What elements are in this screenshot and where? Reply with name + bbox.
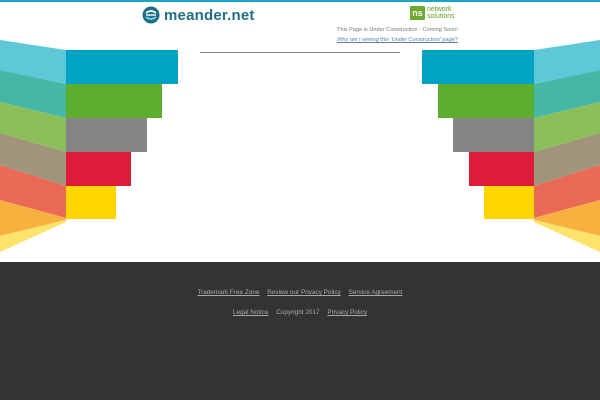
footer-links-row: Trademark Free Zone Review our Privacy P… bbox=[0, 289, 600, 296]
ns-line2: solutions bbox=[427, 13, 455, 20]
header-divider bbox=[200, 52, 400, 53]
right-bar-gray bbox=[453, 118, 534, 152]
right-bar-red bbox=[469, 152, 534, 186]
construction-notice: This Page is Under Construction - Coming… bbox=[337, 27, 458, 43]
meander-logo-icon bbox=[142, 6, 160, 24]
footer: Trademark Free Zone Review our Privacy P… bbox=[0, 262, 600, 400]
construction-notice-text: This Page is Under Construction - Coming… bbox=[337, 27, 458, 33]
review-privacy-policy-link[interactable]: Review our Privacy Policy bbox=[267, 289, 341, 296]
ns-line1: network bbox=[427, 6, 452, 13]
site-logo[interactable]: meander.net bbox=[142, 5, 255, 25]
copyright-text: Copyright 2017 bbox=[276, 309, 320, 316]
service-agreement-link[interactable]: Service Agreement bbox=[349, 289, 403, 296]
network-solutions-wordmark: network solutions bbox=[427, 6, 455, 20]
footer-legal-row: Legal Notice Copyright 2017 Privacy Poli… bbox=[0, 309, 600, 316]
left-bar-gray bbox=[66, 118, 147, 152]
left-bar-yellow bbox=[66, 186, 116, 219]
right-bar-green bbox=[438, 84, 534, 118]
left-bar-green bbox=[66, 84, 162, 118]
why-under-construction-link[interactable]: Why am I seeing this 'Under Construction… bbox=[337, 37, 458, 43]
legal-notice-link[interactable]: Legal Notice bbox=[233, 309, 269, 316]
network-solutions-badge-icon: ns bbox=[410, 6, 425, 20]
left-bar-cyan bbox=[66, 50, 178, 84]
left-bar-red bbox=[66, 152, 131, 186]
right-bar-yellow bbox=[484, 186, 534, 219]
decorative-stripes bbox=[0, 40, 600, 252]
trademark-free-zone-link[interactable]: Trademark Free Zone bbox=[198, 289, 260, 296]
site-name: meander.net bbox=[164, 6, 255, 24]
network-solutions-logo[interactable]: ns network solutions bbox=[410, 6, 455, 20]
right-bar-cyan bbox=[422, 50, 534, 84]
privacy-policy-link[interactable]: Privacy Policy bbox=[327, 309, 367, 316]
